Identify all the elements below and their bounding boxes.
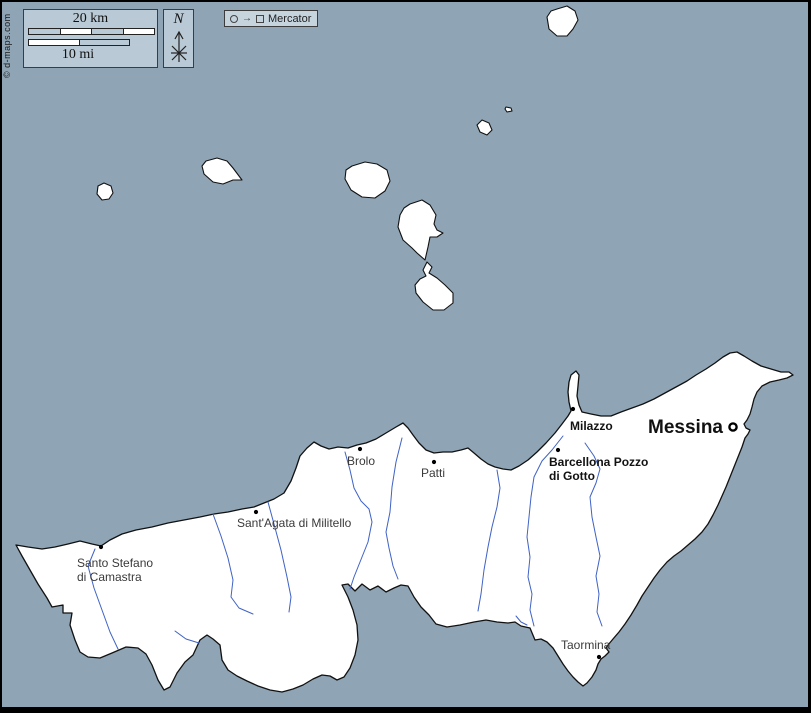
- scale-km-label: 20 km: [28, 11, 153, 27]
- city-label-brolo: Brolo: [347, 454, 375, 468]
- city-marker-brolo: [358, 447, 362, 451]
- city-label-barcellona-pozzo-di-gotto: di Gotto: [549, 469, 595, 483]
- map-svg: Santo Stefanodi Camastra Sant'Agata di Mi…: [0, 0, 811, 713]
- frame-bottom: [0, 707, 811, 713]
- city-marker-patti: [432, 460, 436, 464]
- city-label-patti: Patti: [421, 466, 445, 480]
- scale-bar-mi: [28, 39, 130, 46]
- square-icon: [256, 15, 264, 23]
- city-label-sant-agata-di-militello: Sant'Agata di Militello: [237, 516, 352, 530]
- city-marker-messina: [729, 423, 736, 430]
- map-canvas: Santo Stefanodi Camastra Sant'Agata di Mi…: [0, 0, 811, 713]
- city-marker-barcellona-pozzo-di-gotto: [556, 448, 560, 452]
- island-basiluzzo: [505, 107, 512, 112]
- projection-panel: → Mercator: [224, 10, 318, 27]
- scale-segment: [29, 40, 79, 45]
- circle-icon: [230, 15, 238, 23]
- scale-bar-km: [28, 28, 155, 35]
- north-arrow-panel: N: [163, 9, 194, 68]
- scale-segment: [79, 40, 130, 45]
- scale-segment: [91, 29, 123, 34]
- scale-mi-label: 10 mi: [28, 47, 128, 63]
- city-label-taormina: Taormina: [561, 638, 611, 652]
- city-label-messina: Messina: [648, 417, 723, 438]
- scale-segment: [29, 29, 60, 34]
- scale-segment: [60, 29, 92, 34]
- city-marker-santo-stefano-di-camastra: [99, 545, 103, 549]
- city-label-santo-stefano-di-camastra: Santo Stefano: [77, 556, 153, 570]
- frame-top: [0, 0, 811, 2]
- compass-icon: [167, 28, 191, 65]
- city-label-santo-stefano-di-camastra: di Camastra: [77, 570, 142, 584]
- scale-segment: [123, 29, 155, 34]
- north-label: N: [164, 11, 193, 28]
- frame-left: [0, 0, 2, 713]
- city-label-milazzo: Milazzo: [570, 419, 613, 433]
- projection-label: Mercator: [268, 13, 311, 25]
- city-marker-taormina: [597, 655, 601, 659]
- scale-bar-panel: 20 km 10 mi: [23, 9, 158, 68]
- city-marker-milazzo: [571, 407, 575, 411]
- city-marker-sant-agata-di-militello: [254, 510, 258, 514]
- city-label-barcellona-pozzo-di-gotto: Barcellona Pozzo: [549, 455, 648, 469]
- copyright-credit: © d-maps.com: [2, 13, 12, 78]
- island-alicudi: [97, 183, 113, 200]
- arrow-right-icon: →: [242, 15, 252, 23]
